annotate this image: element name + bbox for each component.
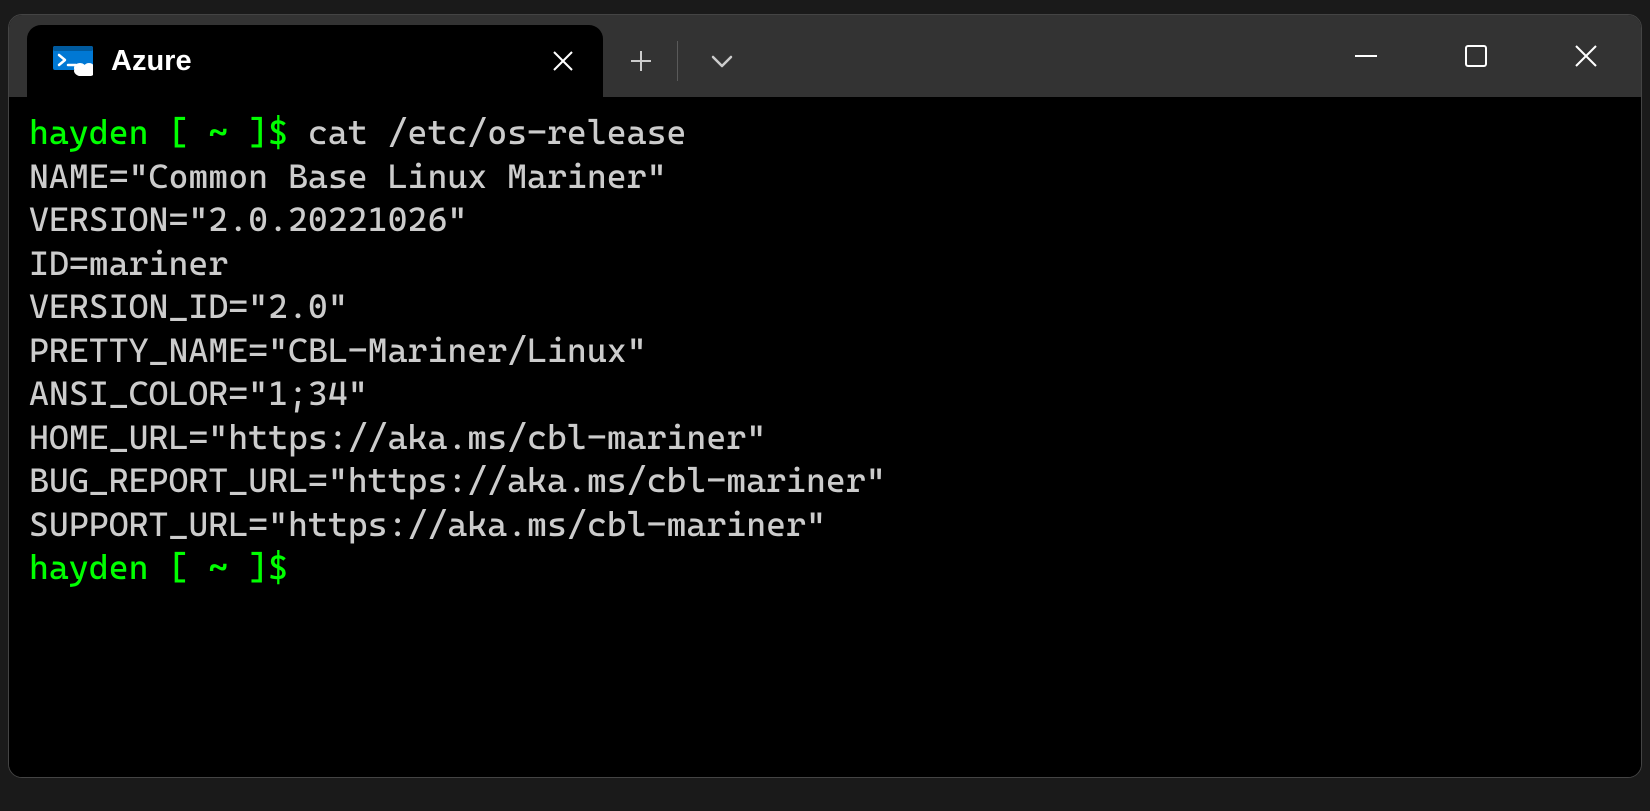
titlebar: Azure <box>9 15 1641 97</box>
maximize-button[interactable] <box>1421 15 1531 97</box>
chevron-down-icon <box>710 54 734 68</box>
maximize-icon <box>1464 44 1488 68</box>
output-line: VERSION_ID="2.0" <box>29 286 348 326</box>
terminal-window: Azure <box>8 14 1642 778</box>
output-line: ID=mariner <box>29 243 228 283</box>
close-icon <box>552 50 574 72</box>
azure-cloud-shell-icon <box>53 45 93 77</box>
tab-close-button[interactable] <box>543 41 583 81</box>
tab-title: Azure <box>111 45 543 78</box>
tab-azure[interactable]: Azure <box>27 25 603 97</box>
output-line: SUPPORT_URL="https://aka.ms/cbl-mariner" <box>29 504 826 544</box>
output-line: ANSI_COLOR="1;34" <box>29 373 368 413</box>
terminal-body[interactable]: hayden [ ~ ]$ cat /etc/os-release NAME="… <box>9 97 1641 777</box>
tab-area: Azure <box>9 15 752 97</box>
minimize-icon <box>1353 43 1379 69</box>
minimize-button[interactable] <box>1311 15 1421 97</box>
plus-icon <box>629 49 653 73</box>
shell-prompt: hayden [ ~ ]$ <box>29 112 308 152</box>
output-line: HOME_URL="https://aka.ms/cbl-mariner" <box>29 417 766 457</box>
output-line: VERSION="2.0.20221026" <box>29 199 467 239</box>
tab-dropdown-button[interactable] <box>692 32 752 90</box>
divider <box>677 41 678 81</box>
window-controls <box>1311 15 1641 97</box>
shell-command: cat /etc/os-release <box>308 112 687 152</box>
tab-actions <box>603 25 752 97</box>
new-tab-button[interactable] <box>611 32 671 90</box>
output-line: BUG_REPORT_URL="https://aka.ms/cbl-marin… <box>29 460 886 500</box>
shell-prompt: hayden [ ~ ]$ <box>29 547 308 587</box>
output-line: PRETTY_NAME="CBL-Mariner/Linux" <box>29 330 647 370</box>
output-line: NAME="Common Base Linux Mariner" <box>29 156 667 196</box>
close-window-button[interactable] <box>1531 15 1641 97</box>
close-icon <box>1573 43 1599 69</box>
